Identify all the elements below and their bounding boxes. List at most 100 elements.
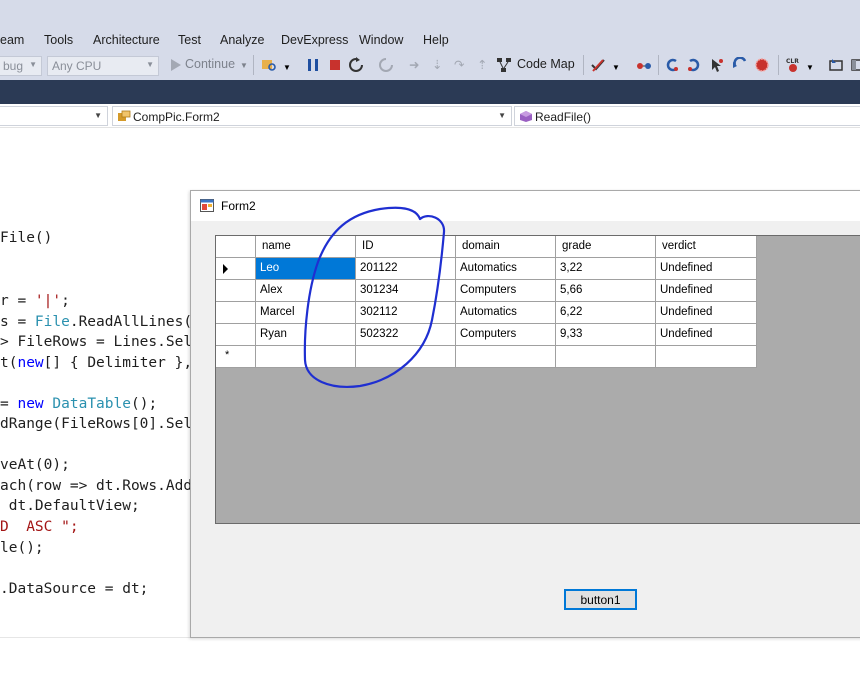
cell-id[interactable]: 502322 bbox=[356, 324, 456, 346]
grid-corner-header[interactable] bbox=[216, 236, 256, 258]
cell-domain[interactable]: Automatics bbox=[456, 302, 556, 324]
platform-value: Any CPU bbox=[52, 59, 102, 73]
platform-dropdown[interactable]: Any CPU ▼ bbox=[47, 56, 159, 76]
cell-verdict[interactable]: Undefined bbox=[656, 302, 757, 324]
menu-tools[interactable]: Tools bbox=[44, 33, 73, 47]
cell-grade[interactable]: 9,33 bbox=[556, 324, 656, 346]
configuration-dropdown[interactable]: bug ▼ bbox=[0, 56, 42, 76]
cell-domain[interactable] bbox=[456, 346, 556, 368]
step-out-icon[interactable]: ⇡ bbox=[477, 57, 487, 72]
cell-id[interactable]: 301234 bbox=[356, 280, 456, 302]
menu-analyze[interactable]: Analyze bbox=[220, 33, 264, 47]
class-dropdown[interactable]: CompPic.Form2 ▼ bbox=[112, 106, 512, 126]
step-into-icon[interactable]: ⇣ bbox=[432, 57, 442, 72]
row-header[interactable] bbox=[216, 258, 256, 280]
row-header[interactable] bbox=[216, 280, 256, 302]
row-header[interactable] bbox=[216, 302, 256, 324]
screen: eam Tools Architecture Test Analyze DevE… bbox=[0, 0, 860, 698]
cell-verdict[interactable] bbox=[656, 346, 757, 368]
pause-icon[interactable] bbox=[305, 57, 321, 73]
cell-id[interactable]: 201122 bbox=[356, 258, 456, 280]
cell-name[interactable]: Leo bbox=[256, 258, 356, 280]
chevron-down-icon: ▼ bbox=[146, 60, 154, 69]
history-back-icon[interactable] bbox=[664, 57, 680, 73]
column-header-verdict[interactable]: verdict bbox=[656, 236, 757, 258]
column-header-domain[interactable]: domain bbox=[456, 236, 556, 258]
current-row-arrow-icon bbox=[223, 264, 228, 274]
configuration-value: bug bbox=[3, 59, 24, 73]
show-next-statement-icon[interactable]: ➜ bbox=[409, 57, 419, 72]
toolbox-icon[interactable] bbox=[828, 57, 844, 73]
menu-help[interactable]: Help bbox=[423, 33, 449, 47]
code-line: D ASC "; bbox=[0, 519, 79, 535]
button1[interactable]: button1 bbox=[564, 589, 637, 610]
new-row[interactable]: * bbox=[216, 346, 757, 368]
restart-icon[interactable] bbox=[348, 57, 364, 73]
cell-name[interactable] bbox=[256, 346, 356, 368]
menu-devexpress[interactable]: DevExpress bbox=[281, 33, 348, 47]
form2-window: Form2 name ID domain grade verdict Leo 2… bbox=[190, 190, 860, 638]
form-title: Form2 bbox=[221, 199, 256, 213]
refresh-icon[interactable] bbox=[378, 57, 394, 73]
code-line: ach(row => dt.Rows.Add( bbox=[0, 478, 201, 494]
step-over-icon[interactable]: ↷ bbox=[454, 57, 464, 72]
cell-grade[interactable]: 3,22 bbox=[556, 258, 656, 280]
row-header[interactable] bbox=[216, 324, 256, 346]
code-line: dRange(FileRows[0].Sele bbox=[0, 416, 201, 432]
cell-verdict[interactable]: Undefined bbox=[656, 258, 757, 280]
column-header-name[interactable]: name bbox=[256, 236, 356, 258]
play-icon[interactable] bbox=[168, 57, 184, 73]
column-header-grade[interactable]: grade bbox=[556, 236, 656, 258]
code-line: dt.DefaultView; bbox=[0, 498, 140, 514]
clr-icon[interactable]: CLR bbox=[785, 57, 801, 73]
member-dropdown[interactable]: ReadFile() bbox=[514, 106, 860, 126]
step-back-icon[interactable] bbox=[731, 57, 747, 73]
breakpoint-icon[interactable] bbox=[754, 57, 770, 73]
menu-team[interactable]: eam bbox=[0, 33, 24, 47]
continue-button[interactable]: Continue bbox=[185, 57, 235, 71]
find-process-icon[interactable] bbox=[261, 57, 277, 73]
cursor-icon[interactable] bbox=[709, 57, 725, 73]
form-app-icon bbox=[200, 199, 214, 212]
toolbar-separator bbox=[778, 55, 779, 75]
table-row[interactable]: Ryan 502322 Computers 9,33 Undefined bbox=[216, 324, 757, 346]
chevron-down-icon[interactable]: ▼ bbox=[283, 63, 291, 72]
history-forward-icon[interactable] bbox=[686, 57, 702, 73]
project-dropdown[interactable]: ▼ bbox=[0, 106, 108, 126]
table-row[interactable]: Alex 301234 Computers 5,66 Undefined bbox=[216, 280, 757, 302]
cell-verdict[interactable]: Undefined bbox=[656, 280, 757, 302]
cell-name[interactable]: Ryan bbox=[256, 324, 356, 346]
code-line: le(); bbox=[0, 540, 44, 556]
cell-name[interactable]: Marcel bbox=[256, 302, 356, 324]
code-map-button[interactable]: Code Map bbox=[517, 57, 575, 71]
glasses-icon[interactable] bbox=[636, 57, 652, 73]
cell-name[interactable]: Alex bbox=[256, 280, 356, 302]
exception-settings-icon[interactable] bbox=[590, 57, 606, 73]
cell-grade[interactable]: 5,66 bbox=[556, 280, 656, 302]
form-title-bar[interactable]: Form2 bbox=[191, 191, 860, 221]
stop-icon[interactable] bbox=[327, 57, 343, 73]
code-map-icon[interactable] bbox=[496, 57, 512, 73]
menu-test[interactable]: Test bbox=[178, 33, 201, 47]
chevron-down-icon[interactable]: ▼ bbox=[806, 63, 814, 72]
cell-grade[interactable] bbox=[556, 346, 656, 368]
cell-id[interactable] bbox=[356, 346, 456, 368]
cell-domain[interactable]: Computers bbox=[456, 324, 556, 346]
layout-icon[interactable] bbox=[850, 57, 860, 73]
column-header-id[interactable]: ID bbox=[356, 236, 456, 258]
document-tab-strip bbox=[0, 80, 860, 104]
cell-domain[interactable]: Computers bbox=[456, 280, 556, 302]
table-row[interactable]: Leo 201122 Automatics 3,22 Undefined bbox=[216, 258, 757, 280]
cell-verdict[interactable]: Undefined bbox=[656, 324, 757, 346]
chevron-down-icon[interactable]: ▼ bbox=[612, 63, 620, 72]
cell-domain[interactable]: Automatics bbox=[456, 258, 556, 280]
menu-architecture[interactable]: Architecture bbox=[93, 33, 160, 47]
data-grid-view[interactable]: name ID domain grade verdict Leo 201122 … bbox=[215, 235, 860, 524]
row-header[interactable]: * bbox=[216, 346, 256, 368]
table-row[interactable]: Marcel 302112 Automatics 6,22 Undefined bbox=[216, 302, 757, 324]
menu-window[interactable]: Window bbox=[359, 33, 403, 47]
chevron-down-icon[interactable]: ▼ bbox=[240, 61, 248, 70]
cell-grade[interactable]: 6,22 bbox=[556, 302, 656, 324]
cell-id[interactable]: 302112 bbox=[356, 302, 456, 324]
code-line: r = '|'; bbox=[0, 293, 70, 309]
